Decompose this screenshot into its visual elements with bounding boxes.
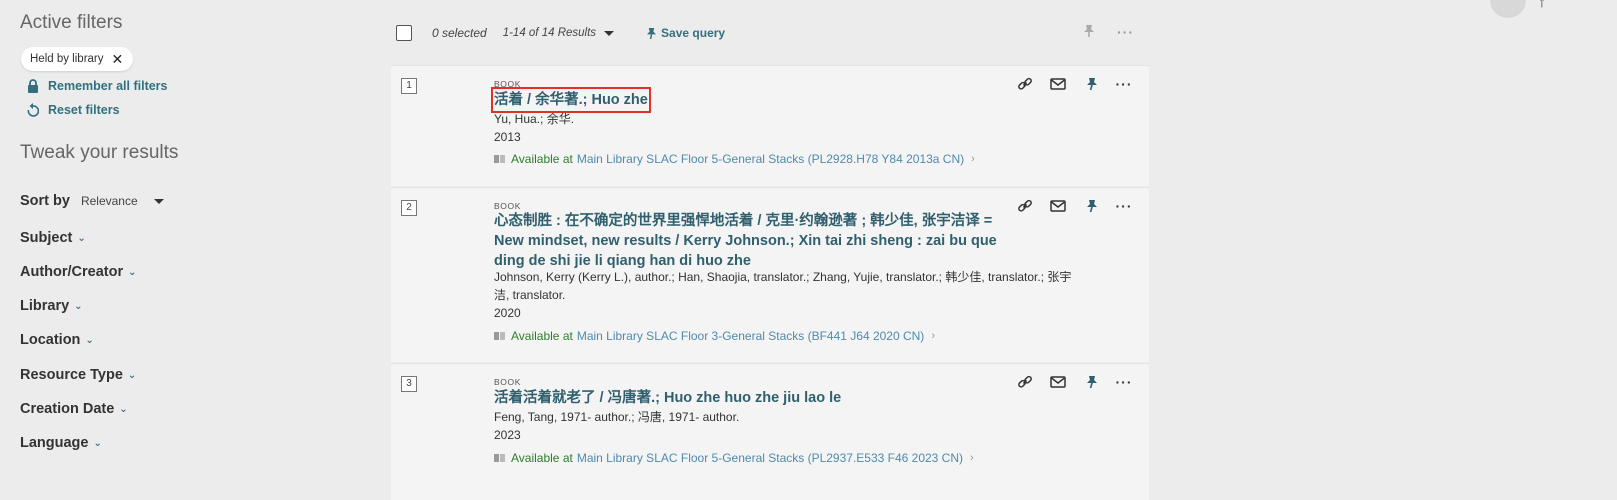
result-type: BOOK: [494, 79, 521, 89]
result-author: Feng, Tang, 1971- author.; 冯唐, 1971- aut…: [494, 410, 740, 424]
facet-language[interactable]: Language ⌄: [20, 435, 102, 451]
result-number: 3: [401, 376, 417, 392]
result-type: BOOK: [494, 377, 521, 387]
availability-line[interactable]: Available at Main Library SLAC Floor 5-G…: [494, 152, 975, 166]
email-icon[interactable]: [1048, 372, 1068, 392]
sort-control[interactable]: Sort by Relevance: [20, 193, 164, 209]
chevron-down-icon: ⌄: [127, 369, 137, 381]
pin-icon[interactable]: [1082, 372, 1102, 392]
chevron-down-icon: ⌄: [119, 403, 128, 415]
facet-label: Language: [20, 435, 89, 451]
chevron-down-icon: ⌄: [77, 232, 86, 244]
facet-label: Resource Type: [20, 367, 123, 383]
pin-panel-button[interactable]: [1490, 0, 1526, 18]
book-icon: [494, 454, 505, 462]
selected-count: 0 selected: [432, 26, 487, 40]
chevron-down-icon: ⌄: [128, 266, 137, 278]
link-icon[interactable]: [1015, 196, 1035, 216]
availability-line[interactable]: Available at Main Library SLAC Floor 5-G…: [494, 451, 974, 465]
result-type: BOOK: [494, 201, 521, 211]
facet-location[interactable]: Location ⌄: [20, 332, 94, 348]
select-all-checkbox[interactable]: [396, 25, 412, 41]
sidebar: Active filters Held by library ✕ Remembe…: [0, 0, 380, 500]
facet-creation-date[interactable]: Creation Date ⌄: [20, 401, 128, 417]
result-item: 3 BOOK 活着活着就老了 / 冯唐著.; Huo zhe huo zhe j…: [391, 363, 1149, 500]
results-range-label: 1-14 of 14 Results: [502, 27, 597, 39]
sort-label: Sort by: [20, 193, 70, 209]
availability-line[interactable]: Available at Main Library SLAC Floor 3-G…: [494, 329, 935, 343]
remember-filters-label: Remember all filters: [48, 79, 168, 93]
availability-location[interactable]: Main Library SLAC Floor 5-General Stacks…: [577, 152, 964, 166]
result-title-text: 活着活着就老了 / 冯唐著.; Huo zhe huo zhe jiu lao …: [494, 390, 842, 406]
result-number: 1: [401, 78, 417, 94]
results-toolbar: 0 selected 1-14 of 14 Results Save query: [396, 22, 725, 44]
remember-filters-link[interactable]: Remember all filters: [27, 79, 168, 93]
reset-filters-label: Reset filters: [48, 103, 120, 117]
book-icon: [494, 332, 505, 340]
chevron-down-icon: ⌄: [93, 437, 102, 449]
email-icon[interactable]: [1048, 196, 1068, 216]
tweak-results-title: Tweak your results: [20, 142, 179, 163]
facet-label: Subject: [20, 230, 73, 246]
chevron-down-icon: ⌄: [74, 300, 83, 312]
availability-status: Available at: [511, 152, 573, 166]
result-number: 2: [401, 200, 417, 216]
facet-author-creator[interactable]: Author/Creator ⌄: [20, 264, 137, 280]
reset-filters-link[interactable]: Reset filters: [27, 103, 120, 117]
email-icon[interactable]: [1048, 74, 1068, 94]
close-icon[interactable]: ✕: [112, 51, 124, 68]
result-author: Johnson, Kerry (Kerry L.), author.; Han,…: [494, 270, 1072, 302]
result-year: 2023: [494, 428, 521, 442]
chevron-right-icon: ›: [970, 452, 974, 464]
result-year: 2013: [494, 130, 521, 144]
more-options-icon[interactable]: ···: [1114, 196, 1134, 216]
chevron-right-icon: ›: [971, 153, 975, 165]
result-item: 2 BOOK 心态制胜 : 在不确定的世界里强悍地活着 / 克里·约翰逊著 ; …: [391, 187, 1149, 362]
result-title-text: 心态制胜 : 在不确定的世界里强悍地活着 / 克里·约翰逊著 ; 韩少佳, 张宇…: [494, 213, 997, 269]
more-options-icon[interactable]: ···: [1114, 372, 1134, 392]
result-title[interactable]: 活着 / 余华著.; Huo zhe: [491, 87, 651, 113]
chevron-down-icon: ⌄: [85, 334, 94, 346]
pin-icon: [646, 27, 657, 39]
availability-status: Available at: [511, 329, 573, 343]
sort-value[interactable]: Relevance: [81, 194, 138, 208]
results-range-dropdown[interactable]: 1-14 of 14 Results: [502, 27, 615, 39]
arrow-up-icon[interactable]: ↑: [1538, 0, 1546, 12]
save-query-label: Save query: [661, 26, 726, 40]
chevron-down-icon: [604, 30, 615, 36]
chevron-down-icon[interactable]: [153, 198, 164, 204]
availability-location[interactable]: Main Library SLAC Floor 3-General Stacks…: [577, 329, 924, 343]
availability-status: Available at: [511, 451, 573, 465]
link-icon[interactable]: [1015, 372, 1035, 392]
result-item: 1 BOOK 活着 / 余华著.; Huo zhe Yu, Hua.; 余华. …: [391, 65, 1149, 186]
more-options-icon[interactable]: ···: [1117, 24, 1134, 40]
facet-resource-type[interactable]: Resource Type ⌄: [20, 367, 136, 383]
facet-label: Library: [20, 298, 70, 314]
link-icon[interactable]: [1015, 74, 1035, 94]
result-title[interactable]: 心态制胜 : 在不确定的世界里强悍地活着 / 克里·约翰逊著 ; 韩少佳, 张宇…: [494, 211, 999, 271]
facet-label: Creation Date: [20, 401, 115, 417]
pin-icon[interactable]: [1083, 24, 1095, 38]
result-author: Yu, Hua.; 余华.: [494, 112, 575, 126]
filter-chip-held-by-library[interactable]: Held by library ✕: [21, 47, 134, 71]
result-title-text: 活着 / 余华著.; Huo zhe: [494, 92, 648, 108]
filter-chip-label: Held by library: [30, 53, 104, 65]
book-icon: [494, 155, 505, 163]
facet-label: Author/Creator: [20, 264, 124, 280]
reset-icon: [27, 103, 39, 117]
pin-icon[interactable]: [1082, 74, 1102, 94]
facet-label: Location: [20, 332, 81, 348]
chevron-right-icon: ›: [931, 330, 935, 342]
facet-library[interactable]: Library ⌄: [20, 298, 83, 314]
availability-location[interactable]: Main Library SLAC Floor 5-General Stacks…: [577, 451, 963, 465]
result-title[interactable]: 活着活着就老了 / 冯唐著.; Huo zhe huo zhe jiu lao …: [494, 388, 1094, 408]
active-filters-title: Active filters: [20, 12, 123, 33]
facet-subject[interactable]: Subject ⌄: [20, 230, 86, 246]
save-query-button[interactable]: Save query: [646, 26, 725, 40]
pin-icon[interactable]: [1082, 196, 1102, 216]
more-options-icon[interactable]: ···: [1114, 74, 1134, 94]
result-year: 2020: [494, 306, 521, 320]
lock-icon: [28, 79, 38, 93]
